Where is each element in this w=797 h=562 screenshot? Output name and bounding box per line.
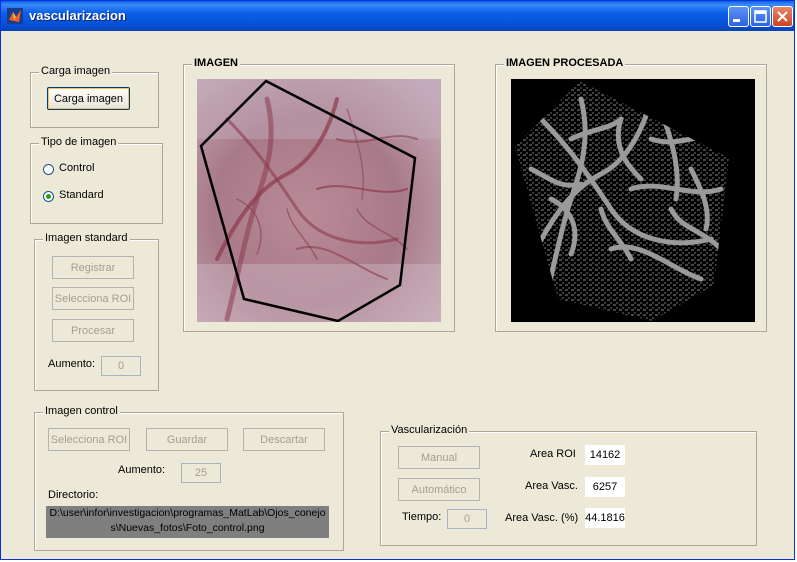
- processed-image: [511, 79, 755, 322]
- group-title: Vascularización: [389, 424, 470, 436]
- area-roi-label: Area ROI: [530, 448, 576, 460]
- carga-imagen-button[interactable]: Carga imagen: [47, 87, 130, 110]
- selecciona-roi-button[interactable]: Selecciona ROI: [52, 287, 134, 310]
- automatico-button[interactable]: Automático: [398, 478, 480, 501]
- window-title: vascularizacion: [29, 8, 126, 23]
- close-icon: [777, 11, 788, 22]
- radio-control-label: Control: [59, 162, 95, 174]
- control-aumento-label: Aumento:: [118, 464, 166, 476]
- registrar-button[interactable]: Registrar: [52, 256, 134, 279]
- area-roi-value: 14162: [585, 445, 625, 465]
- imagen-procesada-panel: IMAGEN PROCESADA: [495, 57, 767, 332]
- minimize-icon: [733, 19, 740, 22]
- area-vasc-value: 6257: [585, 477, 625, 497]
- client-area: Carga imagen Carga imagen Tipo de imagen…: [5, 31, 792, 557]
- aumento-field[interactable]: 0: [101, 356, 141, 376]
- aumento-label: Aumento:: [48, 358, 96, 370]
- tiempo-label: Tiempo:: [402, 511, 442, 523]
- source-image: [197, 79, 441, 322]
- directorio-line-2: s\Nuevas_fotos\Foto_control.png: [110, 522, 265, 534]
- close-button[interactable]: [772, 6, 793, 27]
- app-window: vascularizacion Carga imagen Carga image…: [0, 0, 795, 560]
- descartar-button[interactable]: Descartar: [243, 428, 325, 451]
- imagen-panel: IMAGEN: [183, 57, 455, 332]
- imagen-title: IMAGEN: [192, 57, 240, 69]
- manual-button[interactable]: Manual: [398, 446, 480, 469]
- minimize-button[interactable]: [728, 6, 749, 27]
- control-aumento-field[interactable]: 25: [181, 463, 221, 483]
- radio-standard[interactable]: [43, 191, 54, 202]
- procesar-button[interactable]: Procesar: [52, 319, 134, 342]
- guardar-button[interactable]: Guardar: [146, 428, 228, 451]
- maximize-button[interactable]: [750, 6, 771, 27]
- group-title: Tipo de imagen: [39, 136, 119, 148]
- carga-imagen-group: Carga imagen Carga imagen: [30, 65, 159, 128]
- imagen-control-group: Imagen control Selecciona ROI Guardar De…: [34, 405, 344, 551]
- area-vasc-pct-value: 44.1816: [585, 508, 625, 528]
- directorio-label: Directorio:: [48, 489, 99, 501]
- vascularizacion-group: Vascularización Manual Automático Tiempo…: [380, 424, 757, 546]
- group-title: Carga imagen: [39, 65, 113, 77]
- radio-standard-label: Standard: [59, 189, 104, 201]
- directorio-line-1: D:\user\infor\investigacion\programas_Ma…: [49, 507, 326, 519]
- directorio-value: D:\user\infor\investigacion\programas_Ma…: [46, 506, 329, 538]
- group-title: Imagen standard: [43, 232, 130, 244]
- tipo-imagen-group: Tipo de imagen Control Standard: [30, 136, 163, 224]
- area-vasc-pct-label: Area Vasc. (%): [505, 512, 579, 524]
- area-vasc-label: Area Vasc.: [525, 480, 578, 492]
- imagen-procesada-title: IMAGEN PROCESADA: [504, 57, 626, 69]
- control-selecciona-roi-button[interactable]: Selecciona ROI: [48, 428, 130, 451]
- title-bar[interactable]: vascularizacion: [1, 1, 794, 31]
- radio-selected-dot: [46, 194, 51, 199]
- radio-control[interactable]: [43, 164, 54, 175]
- group-title: Imagen control: [43, 405, 120, 417]
- tiempo-field[interactable]: 0: [447, 509, 487, 529]
- maximize-icon: [754, 10, 767, 23]
- imagen-standard-group: Imagen standard Registrar Selecciona ROI…: [34, 232, 159, 391]
- matlab-icon: [7, 8, 23, 24]
